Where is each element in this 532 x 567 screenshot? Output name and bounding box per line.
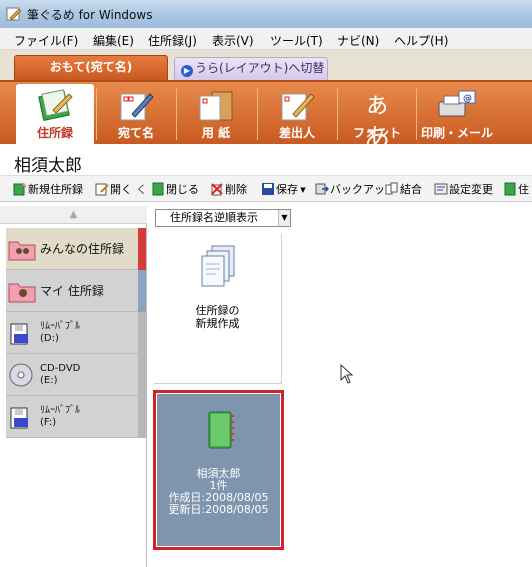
menu-addressbook[interactable]: 住所録(J) xyxy=(148,32,197,49)
close-book-icon xyxy=(152,182,164,196)
ribbon-recipient-label: 宛て名 xyxy=(117,126,154,140)
close-button[interactable]: 閉じる xyxy=(151,181,199,197)
tab-front-address[interactable]: おもて(宛て名) xyxy=(14,55,168,80)
removable-drive-icon xyxy=(10,407,28,429)
new-addressbook-label: 新規住所録 xyxy=(28,183,83,196)
sidebar-item-shared-addressbook[interactable]: みんなの住所録 xyxy=(6,228,146,270)
open-button[interactable]: 開く xyxy=(95,181,132,197)
mouse-cursor-icon xyxy=(340,364,354,384)
play-icon: ▶ xyxy=(181,65,193,77)
settings-icon xyxy=(434,183,448,195)
sidebar-item-removable-d[interactable]: ﾘﾑｰﾊﾞﾌﾞﾙ (D:) xyxy=(6,312,146,354)
save-button[interactable]: 保存 ▼ xyxy=(261,181,306,197)
address-icon xyxy=(504,182,516,196)
new-addressbook-card[interactable]: 住所録の 新規作成 xyxy=(154,234,282,384)
sidebar-item-label: マイ 住所録 xyxy=(40,284,104,298)
cd-dvd-icon xyxy=(9,363,33,387)
title-bar: 筆ぐるめ for Windows xyxy=(0,0,532,28)
ribbon-addressbook-button[interactable]: 住所録 xyxy=(16,84,94,144)
merge-button[interactable]: 結合 xyxy=(385,181,422,197)
close-label: 閉じる xyxy=(166,183,199,196)
my-folder-icon xyxy=(8,283,36,303)
save-icon xyxy=(262,183,274,195)
font-icon: ぁあ xyxy=(363,90,390,154)
removable-drive-icon xyxy=(10,323,28,345)
addressbook-list-area: 住所録名逆順表示 ▼ 住所録の 新規作成 相須太郎 1件 作成日:2008/08… xyxy=(148,206,532,567)
page-title: 相須太郎 xyxy=(14,156,82,176)
menu-file[interactable]: ファイル(F) xyxy=(14,32,78,49)
addressbook-updated: 更新日:2008/08/05 xyxy=(168,503,269,516)
ribbon-print-mail-label: 印刷・メール xyxy=(420,126,493,140)
ribbon-font-label: フォント xyxy=(352,126,401,140)
chevron-down-icon[interactable]: ▼ xyxy=(298,186,305,194)
printer-mail-icon: @ xyxy=(438,90,476,117)
open-icon xyxy=(95,183,109,196)
backup-button[interactable]: バックアップ xyxy=(315,181,396,197)
sidebar-item-removable-f[interactable]: ﾘﾑｰﾊﾞﾌﾞﾙ (F:) xyxy=(6,396,146,438)
page-title-bar: 相須太郎 xyxy=(0,144,532,176)
chevron-down-icon[interactable]: ▼ xyxy=(278,210,290,226)
scroll-up-button[interactable]: ▲ xyxy=(0,206,147,224)
new-addressbook-caption: 住所録の 新規作成 xyxy=(195,304,240,330)
sender-card-icon xyxy=(281,93,315,121)
sort-order-select[interactable]: 住所録名逆順表示 ▼ xyxy=(155,209,291,227)
menu-edit[interactable]: 編集(E) xyxy=(93,32,134,49)
save-label: 保存 xyxy=(276,183,298,196)
tab-switch-back[interactable]: ▶ うら(レイアウト)へ切替 xyxy=(174,57,328,80)
ribbon-sender-button[interactable]: 差出人 xyxy=(258,84,336,144)
delete-label: 削除 xyxy=(225,183,247,196)
settings-change-label: 設定変更 xyxy=(449,183,493,196)
postcard-pen-icon xyxy=(120,93,154,121)
sidebar-item-label: CD-DVD (E:) xyxy=(40,363,81,386)
ribbon: 住所録 宛て名 用 紙 差出人 ぁあ フォント @ 印刷・メール xyxy=(0,80,532,154)
merge-label: 結合 xyxy=(400,183,422,196)
sidebar-item-label: みんなの住所録 xyxy=(40,242,125,256)
addressbook-card-selected[interactable]: 相須太郎 1件 作成日:2008/08/05 更新日:2008/08/05 xyxy=(153,390,284,550)
window-title: 筆ぐるめ for Windows xyxy=(27,8,153,22)
addressbook-icon xyxy=(38,89,73,122)
sort-order-value: 住所録名逆順表示 xyxy=(170,211,258,224)
open-label: 開く xyxy=(110,183,132,196)
ribbon-addressbook-label: 住所録 xyxy=(36,126,73,140)
sidebar-item-cd-dvd-e[interactable]: CD-DVD (E:) xyxy=(6,354,146,396)
shared-folder-icon xyxy=(8,241,36,261)
tab-switch-back-label: うら(レイアウト)へ切替 xyxy=(195,61,325,75)
menu-view[interactable]: 表示(V) xyxy=(212,32,254,49)
address-button[interactable]: 住 xyxy=(503,181,529,197)
side-tab-strip: おもて(宛て名) ▶ うら(レイアウト)へ切替 xyxy=(0,50,532,80)
new-addressbook-button[interactable]: 新規住所録 xyxy=(13,181,83,197)
menu-help[interactable]: ヘルプ(H) xyxy=(394,32,448,49)
sidebar-item-my-addressbook[interactable]: マイ 住所録 xyxy=(6,270,146,312)
menu-navi[interactable]: ナビ(N) xyxy=(337,32,379,49)
addressbook-icon xyxy=(208,411,234,449)
sidebar-item-label: ﾘﾑｰﾊﾞﾌﾞﾙ (F:) xyxy=(40,405,80,428)
delete-icon xyxy=(211,183,223,196)
backup-icon xyxy=(315,183,329,195)
paper-icon xyxy=(199,91,233,121)
ribbon-print-mail-button[interactable]: @ 印刷・メール xyxy=(418,84,496,144)
ribbon-sender-label: 差出人 xyxy=(278,126,315,140)
settings-change-button[interactable]: 設定変更 xyxy=(434,181,493,197)
sidebar: ▲ みんなの住所録 マイ 住所録 ﾘﾑｰﾊﾞﾌﾞﾙ (D:) CD-DVD (E:) xyxy=(0,206,147,567)
ribbon-paper-button[interactable]: 用 紙 xyxy=(177,84,255,144)
new-documents-icon xyxy=(201,245,235,287)
ribbon-font-button[interactable]: ぁあ フォント xyxy=(338,84,416,154)
svg-text:@: @ xyxy=(463,94,472,104)
new-addressbook-icon xyxy=(13,182,27,196)
ribbon-recipient-button[interactable]: 宛て名 xyxy=(97,84,175,144)
delete-button[interactable]: 削除 xyxy=(210,181,247,197)
merge-icon xyxy=(385,182,398,195)
menu-tools[interactable]: ツール(T) xyxy=(270,32,323,49)
sidebar-item-label: ﾘﾑｰﾊﾞﾌﾞﾙ (D:) xyxy=(40,321,80,344)
address-label: 住 xyxy=(518,183,529,196)
app-icon xyxy=(6,7,22,21)
menu-bar: ファイル(F) 編集(E) 住所録(J) 表示(V) ツール(T) ナビ(N) … xyxy=(0,28,532,50)
toolbar-separator: く xyxy=(136,183,147,196)
toolbar: 新規住所録 開く く 閉じる 削除 保存 ▼ バックアップ 結合 設定変更 住 xyxy=(0,176,532,202)
ribbon-paper-label: 用 紙 xyxy=(201,126,231,140)
